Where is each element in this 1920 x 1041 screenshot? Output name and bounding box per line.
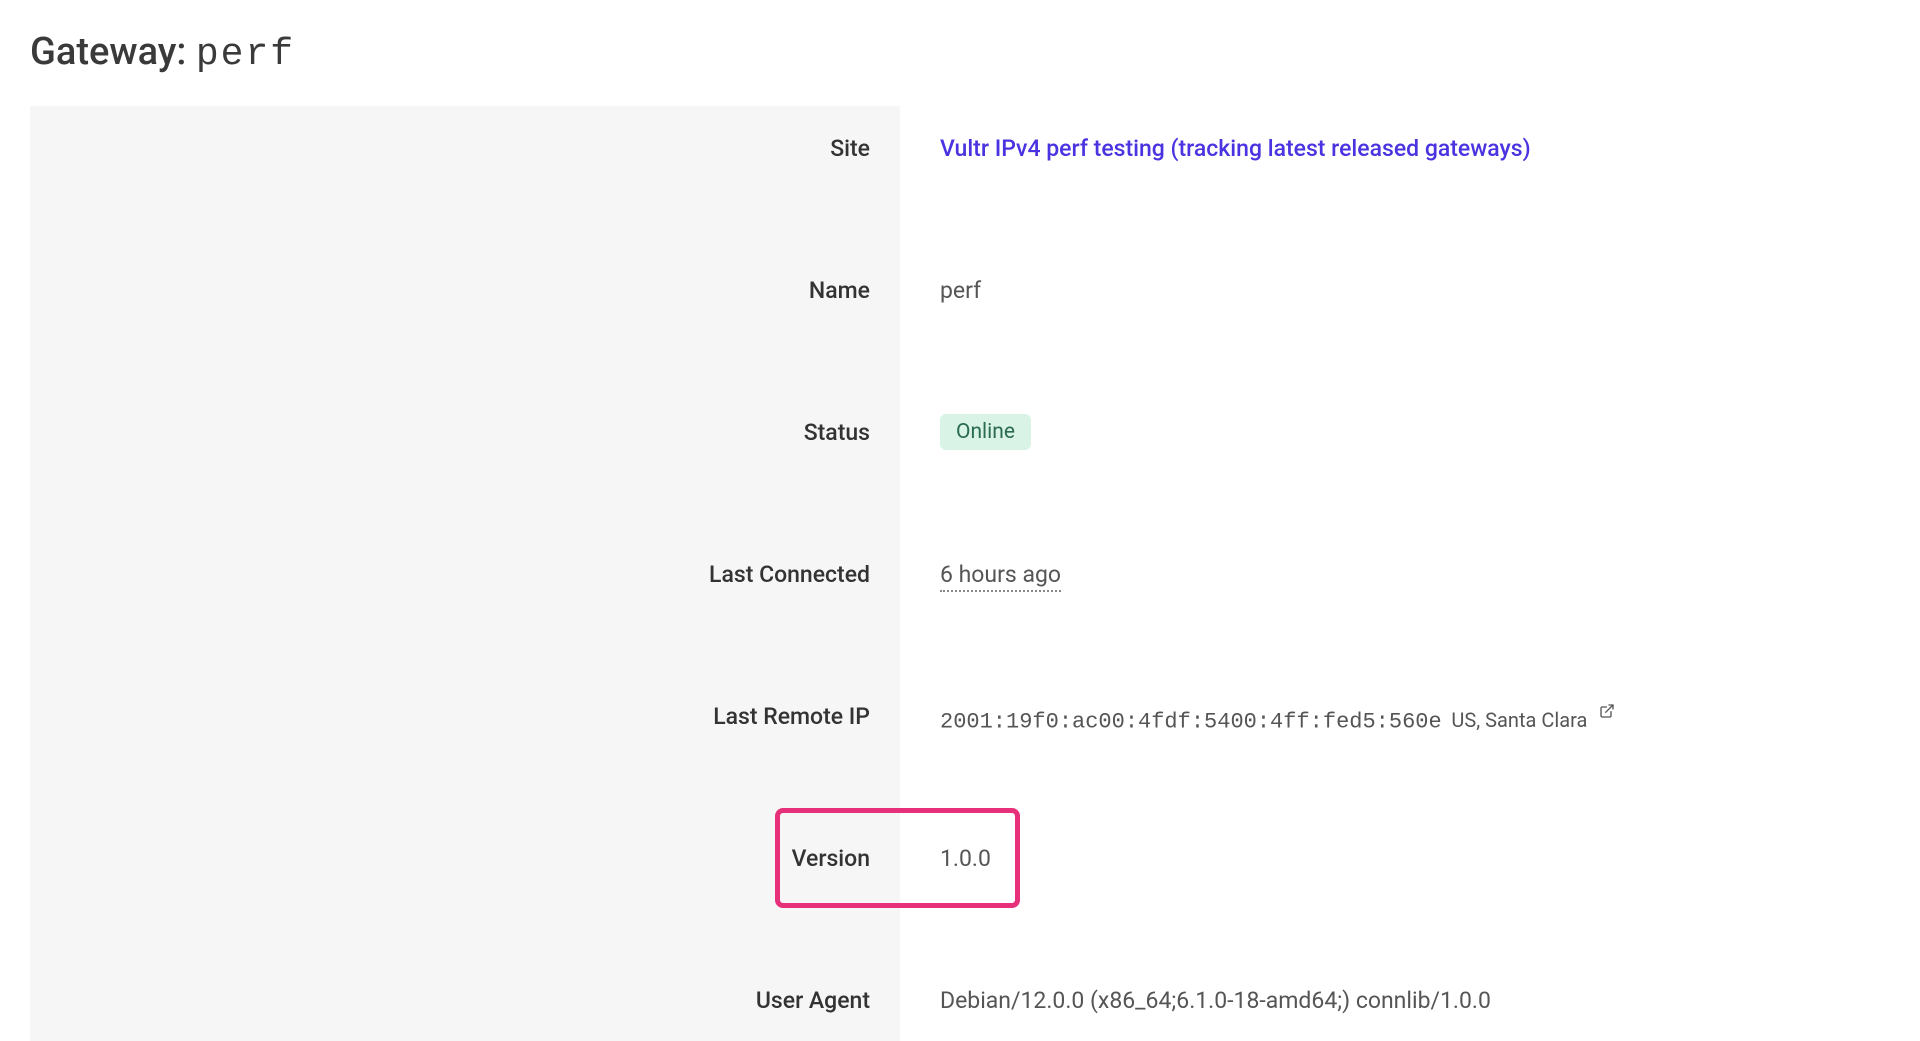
title-prefix: Gateway:: [30, 30, 186, 74]
last-connected-time[interactable]: 6 hours ago: [940, 561, 1061, 592]
label-status: Status: [30, 390, 900, 474]
detail-panel: Site Vultr IPv4 perf testing (tracking l…: [30, 106, 1890, 1041]
title-gateway-name: perf: [196, 33, 295, 76]
value-site: Vultr IPv4 perf testing (tracking latest…: [940, 135, 1890, 162]
external-link-icon[interactable]: [1599, 698, 1615, 725]
site-link[interactable]: Vultr IPv4 perf testing (tracking latest…: [940, 135, 1531, 162]
remote-ip-location: US, Santa Clara: [1451, 708, 1587, 732]
label-name: Name: [30, 248, 900, 332]
value-user-agent: Debian/12.0.0 (x86_64;6.1.0-18-amd64;) c…: [940, 987, 1890, 1014]
value-name: perf: [940, 277, 1890, 304]
value-status: Online: [940, 414, 1890, 450]
page-title: Gateway: perf: [30, 30, 1890, 76]
label-version: Version: [30, 816, 900, 900]
label-site: Site: [30, 106, 900, 190]
value-last-remote-ip: 2001:19f0:ac00:4fdf:5400:4ff:fed5:560e U…: [940, 698, 1890, 735]
label-user-agent: User Agent: [30, 958, 900, 1041]
remote-ip-address: 2001:19f0:ac00:4fdf:5400:4ff:fed5:560e: [940, 709, 1442, 734]
value-last-connected: 6 hours ago: [940, 561, 1890, 588]
status-badge: Online: [940, 414, 1031, 450]
label-last-connected: Last Connected: [30, 532, 900, 616]
value-version: 1.0.0: [940, 845, 1890, 872]
label-last-remote-ip: Last Remote IP: [30, 674, 900, 758]
